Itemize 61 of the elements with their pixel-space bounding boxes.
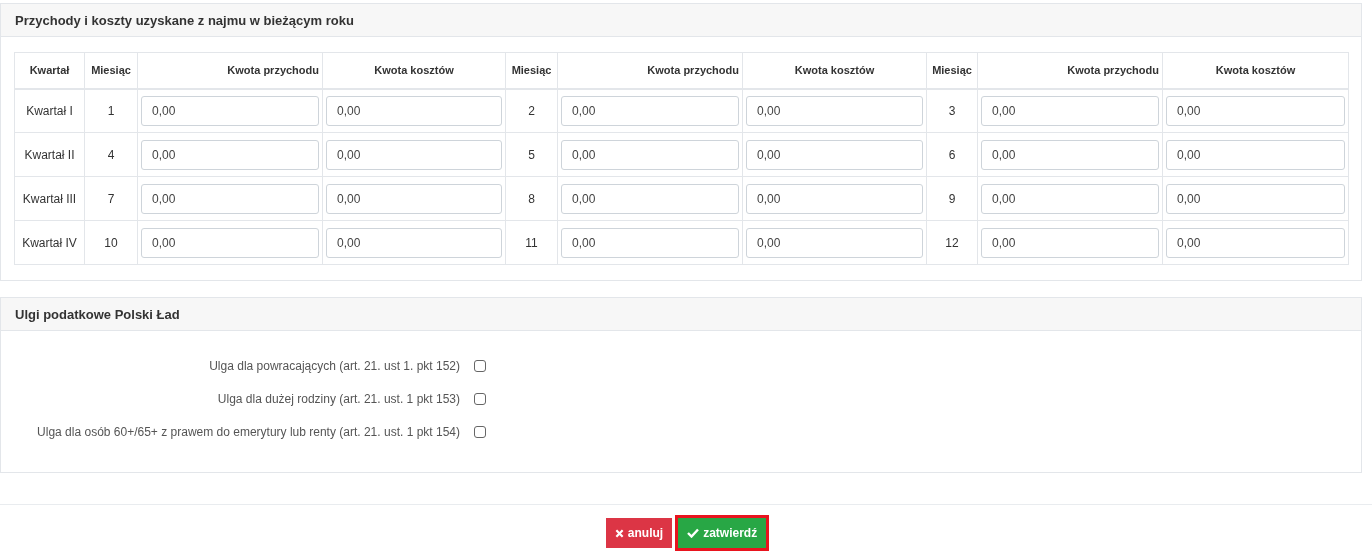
table-cell: Kwartał I [14,88,85,133]
checkbox[interactable] [474,393,486,405]
income-field[interactable]: 0,00 [141,183,319,214]
column-header: Kwota przychodu [557,52,743,89]
costs-field[interactable]: 0,00 [746,227,923,258]
column-header: Kwota kosztów [742,52,927,89]
table-cell: Kwartał III [14,176,85,221]
costs-field[interactable]: 0,00 [326,95,502,126]
costs-field[interactable]: 0,00 [326,183,502,214]
costs-field[interactable]: 0,00 [1166,183,1345,214]
income-field[interactable]: 0,00 [141,95,319,126]
costs-field[interactable]: 0,00 [746,139,923,170]
income-field[interactable]: 0,00 [561,183,739,214]
table-cell: 9 [926,176,978,221]
table-cell: 3 [926,88,978,133]
column-header: Miesiąc [84,52,138,89]
income-field[interactable]: 0,00 [561,139,739,170]
column-header: Kwota kosztów [1162,52,1349,89]
column-header: Kwota przychodu [977,52,1163,89]
income-field[interactable]: 0,00 [981,183,1159,214]
income-field[interactable]: 0,00 [561,95,739,126]
column-header: Kwota przychodu [137,52,323,89]
costs-field[interactable]: 0,00 [746,95,923,126]
table-cell: 12 [926,220,978,265]
column-header: Kwota kosztów [322,52,506,89]
cancel-button[interactable]: anuluj [605,518,673,548]
table-cell: 1 [84,88,138,133]
check-icon [687,528,700,538]
income-field[interactable]: 0,00 [981,227,1159,258]
option-label: Ulga dla powracających (art. 21. ust 1. pkt 152) [209,359,460,373]
table-cell: 2 [505,88,558,133]
table-cell: 6 [926,132,978,177]
table-cell: 7 [84,176,138,221]
close-icon [614,528,624,538]
option-label: Ulga dla osób 60+/65+ z prawem do emerytury lub renty (art. 21. ust. 1 pkt 154) [37,425,460,439]
income-field[interactable]: 0,00 [141,227,319,258]
table-cell: 5 [505,132,558,177]
income-field[interactable]: 0,00 [561,227,739,258]
costs-field[interactable]: 0,00 [326,139,502,170]
costs-field[interactable]: 0,00 [1166,227,1345,258]
costs-field[interactable]: 0,00 [326,227,502,258]
table-cell: 10 [84,220,138,265]
table-cell: 4 [84,132,138,177]
income-field[interactable]: 0,00 [981,139,1159,170]
panel-title: Ulgi podatkowe Polski Ład [15,306,180,322]
column-header: Miesiąc [926,52,978,89]
costs-field[interactable]: 0,00 [746,183,923,214]
column-header: Kwartał [14,52,85,89]
income-field[interactable]: 0,00 [981,95,1159,126]
table-cell: 8 [505,176,558,221]
table-cell: Kwartał IV [14,220,85,265]
column-header: Miesiąc [505,52,558,89]
panel-title: Przychody i koszty uzyskane z najmu w bieżącym roku [15,12,354,28]
option-label: Ulga dla dużej rodziny (art. 21. ust. 1 pkt 153) [217,392,460,406]
income-field[interactable]: 0,00 [141,139,319,170]
table-cell: Kwartał II [14,132,85,177]
checkbox[interactable] [474,426,486,438]
costs-field[interactable]: 0,00 [1166,139,1345,170]
checkbox[interactable] [474,360,486,372]
costs-field[interactable]: 0,00 [1166,95,1345,126]
table-cell: 11 [505,220,558,265]
